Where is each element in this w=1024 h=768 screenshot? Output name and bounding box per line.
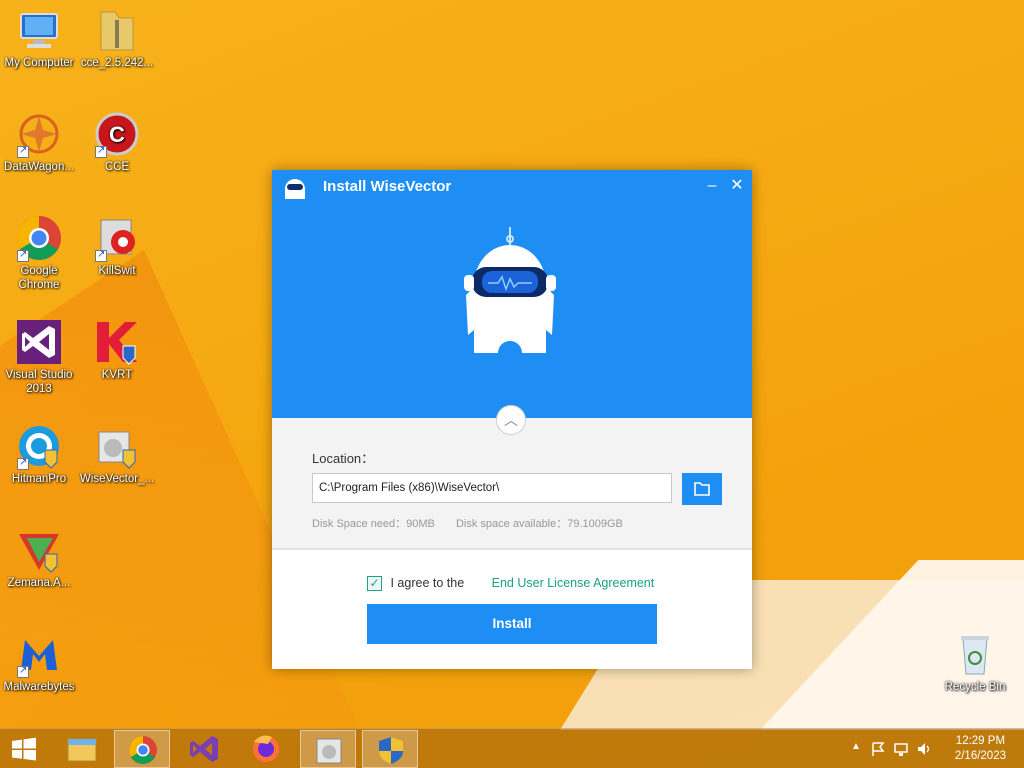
desktop-icon-killswitch[interactable]: KillSwit [78, 214, 156, 278]
collapse-chevron-up-button[interactable]: ︿ [496, 405, 526, 435]
shortcut-arrow-icon [17, 664, 29, 678]
zip-folder-icon [93, 6, 141, 54]
eula-link[interactable]: End User License Agreement [492, 576, 655, 590]
show-hidden-icons-chevron-icon[interactable]: ▲ [851, 741, 861, 752]
desktop-icon-recycle-bin[interactable]: Recycle Bin [936, 630, 1014, 694]
desktop-icon-zemana[interactable]: Zemana.A... [0, 526, 78, 590]
clock-date: 2/16/2023 [954, 750, 1006, 762]
system-tray: ▲ 12:29 PM 2/16/2023 [824, 729, 1024, 768]
visual-studio-icon [15, 318, 63, 366]
malwarebytes-icon [15, 630, 63, 678]
install-path-input[interactable] [312, 473, 672, 503]
desktop-icon-label: KillSwit [98, 265, 136, 277]
location-label: Location： [312, 451, 375, 466]
taskbar-file-explorer[interactable] [54, 730, 110, 768]
chrome-icon [15, 214, 63, 262]
desktop-icon-kvrt[interactable]: KVRT [78, 318, 156, 382]
folder-icon [694, 482, 710, 496]
shortcut-arrow-icon [17, 248, 29, 262]
recycle-bin-icon [951, 630, 999, 678]
desktop-icon-cce[interactable]: C CCE [78, 110, 156, 174]
installer-window: Install WiseVector – ✕ Location： C:\Prog… [272, 170, 752, 669]
taskbar-google-chrome[interactable] [114, 730, 170, 768]
location-section: Location： Disk Space need：90MB Disk spac… [272, 418, 752, 548]
install-button[interactable]: Install [367, 604, 657, 644]
disk-space-available: Disk space available：79.1009GB [455, 518, 623, 530]
desktop-icon-hitmanpro[interactable]: HitmanPro [0, 422, 78, 486]
desktop-icon-label: Visual Studio 2013 [5, 369, 73, 395]
disk-space-info: Disk Space need：90MB Disk space availabl… [312, 515, 641, 531]
taskbar: ▲ 12:29 PM 2/16/2023 [0, 728, 1024, 768]
windows-logo-icon [12, 737, 36, 761]
wisevector-robot-icon [460, 225, 560, 355]
desktop-icon-google-chrome[interactable]: Google Chrome [0, 214, 78, 292]
computer-icon [15, 6, 63, 54]
visual-studio-icon [190, 736, 218, 762]
desktop-icon-label: HitmanPro [11, 473, 67, 485]
cce-icon: C [93, 110, 141, 158]
killswitch-icon [93, 214, 141, 262]
desktop-icon-label: Zemana.A... [7, 577, 71, 589]
clock-time: 12:29 PM [955, 735, 1006, 747]
disk-space-needed: Disk Space need：90MB [312, 518, 435, 530]
desktop-icon-label: cce_2.5.242... [80, 57, 154, 69]
minimize-button[interactable]: – [702, 176, 722, 196]
agreement-row: ✓ I agree to the End User License Agreem… [367, 576, 655, 592]
desktop-icon-visual-studio-2013[interactable]: Visual Studio 2013 [0, 318, 78, 396]
taskbar-visual-studio[interactable] [176, 730, 232, 768]
desktop-icon-malwarebytes[interactable]: Malwarebytes [0, 630, 78, 694]
hitmanpro-icon [15, 422, 63, 470]
network-icon[interactable] [893, 741, 909, 757]
desktop-icon-label: Malwarebytes [3, 681, 75, 693]
datawagon-icon [15, 110, 63, 158]
desktop-icon-label: DataWagon... [4, 161, 74, 173]
svg-text:C: C [109, 122, 125, 147]
kaspersky-icon [93, 318, 141, 366]
firefox-icon [253, 735, 279, 762]
desktop-icon-label: Google Chrome [18, 265, 60, 291]
desktop-icon-label: Recycle Bin [944, 681, 1006, 693]
installer-title: Install WiseVector [323, 178, 452, 195]
desktop-icon-label: WiseVector_... [79, 473, 155, 485]
installer-package-icon [316, 738, 342, 764]
taskbar-wisevector-setup[interactable] [300, 730, 356, 768]
desktop-icon-wisevector-setup[interactable]: WiseVector_... [78, 422, 156, 486]
action-center-flag-icon[interactable] [870, 741, 886, 757]
zemana-icon [15, 526, 63, 574]
desktop-icon-label: CCE [104, 161, 130, 173]
wisevector-logo-icon [282, 175, 308, 205]
desktop-icon-cce-folder[interactable]: cce_2.5.242... [78, 6, 156, 70]
installer-header: Install WiseVector – ✕ [272, 170, 752, 418]
taskbar-firefox[interactable] [238, 730, 294, 768]
shortcut-arrow-icon [95, 144, 107, 158]
volume-icon[interactable] [916, 741, 932, 757]
shortcut-arrow-icon [17, 144, 29, 158]
agree-text: I agree to the [390, 576, 465, 590]
shield-icon [379, 737, 403, 764]
shortcut-arrow-icon [95, 248, 107, 262]
shortcut-arrow-icon [17, 456, 29, 470]
taskbar-uac-shield[interactable] [362, 730, 418, 768]
divider [272, 548, 752, 550]
chrome-icon [129, 736, 157, 764]
clock[interactable]: 12:29 PM 2/16/2023 [955, 734, 1006, 764]
start-button[interactable] [0, 730, 48, 768]
desktop-icon-label: My Computer [4, 57, 74, 69]
browse-folder-button[interactable] [682, 473, 722, 505]
file-explorer-icon [67, 738, 97, 762]
desktop-icon-label: KVRT [101, 369, 133, 381]
agree-checkbox[interactable]: ✓ [367, 576, 382, 592]
desktop-icon-datawagon[interactable]: DataWagon... [0, 110, 78, 174]
desktop-icon-my-computer[interactable]: My Computer [0, 6, 78, 70]
close-button[interactable]: ✕ [727, 176, 747, 196]
installer-package-icon [93, 422, 141, 470]
